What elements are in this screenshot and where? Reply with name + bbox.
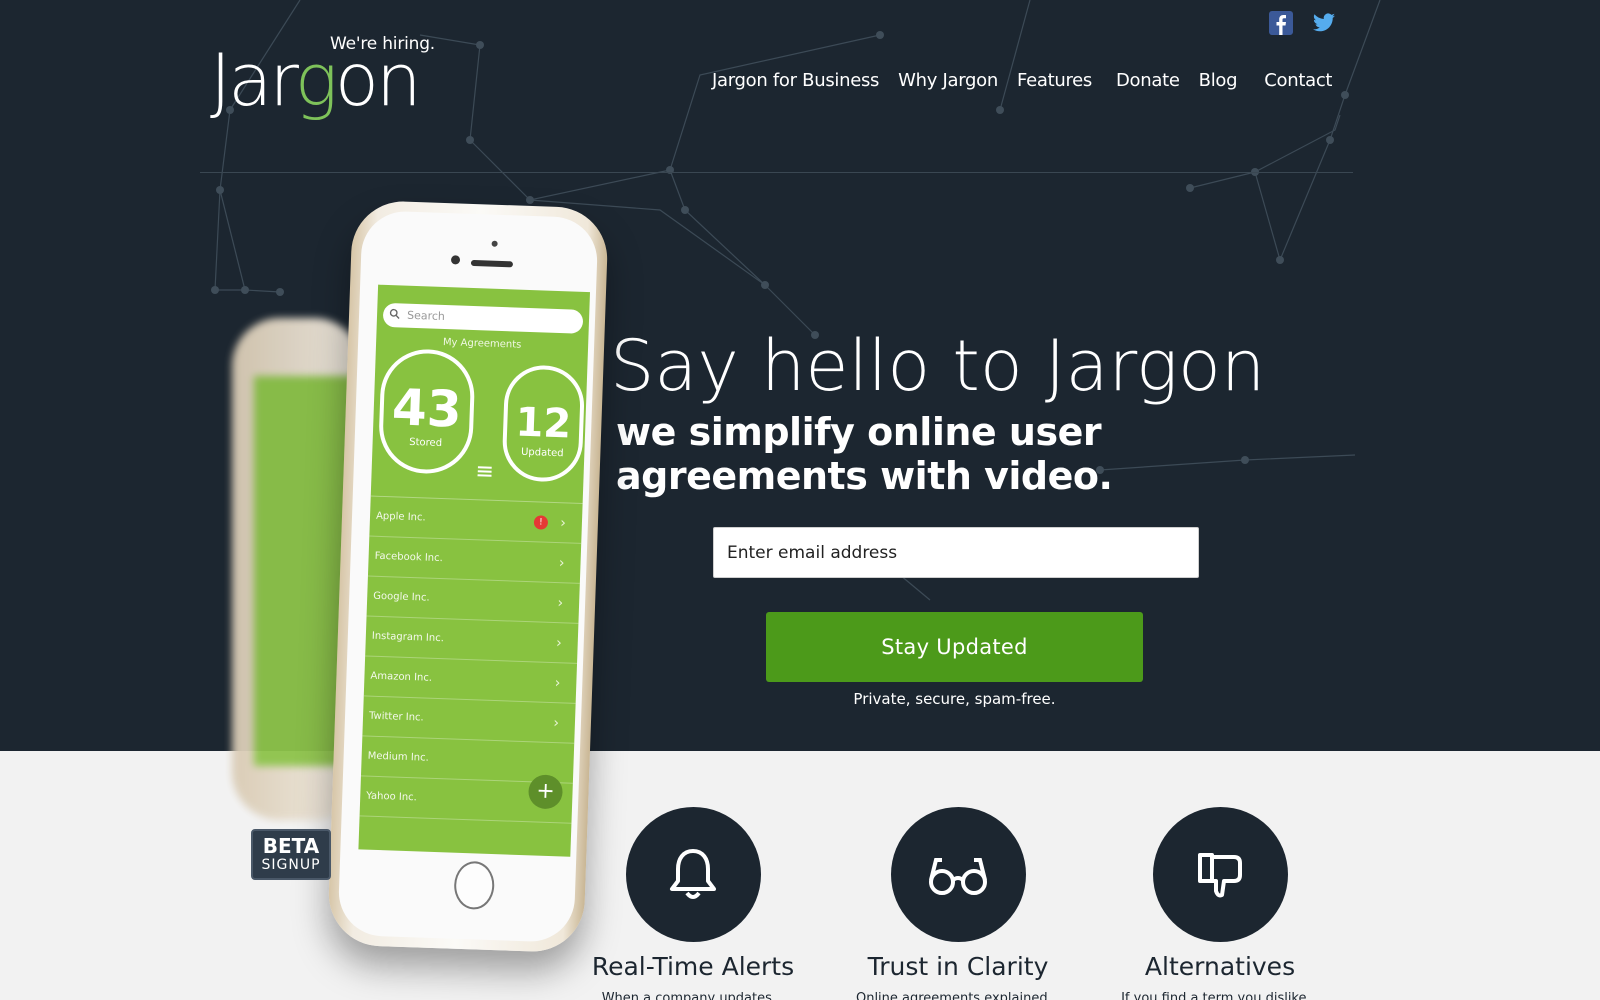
privacy-note: Private, secure, spam-free.	[853, 690, 1056, 708]
signup-label: SIGNUP	[261, 857, 321, 873]
main-nav: Jargon for Business Why Jargon Features …	[712, 70, 1351, 91]
phone-home-button	[453, 860, 496, 911]
company-name: Yahoo Inc.	[366, 790, 418, 804]
feature-title: Real-Time Alerts	[591, 952, 795, 981]
chevron-right-icon: ›	[553, 715, 560, 732]
feature-title: Alternatives	[1144, 952, 1296, 981]
hero-subheadline: we simplify online user agreements with …	[616, 410, 1113, 498]
nav-contact[interactable]: Contact	[1264, 70, 1332, 91]
stored-count: 43	[391, 378, 463, 439]
feature-icon-circle	[1152, 807, 1288, 942]
phone-screen: Search My Agreements 43 Stored 12 Update…	[358, 284, 591, 857]
updated-count: 12	[514, 399, 572, 448]
email-input[interactable]	[713, 527, 1199, 578]
feature-real-time-alerts: Real-Time Alerts When a company updates.…	[578, 807, 808, 1000]
feature-icon-circle	[890, 807, 1026, 942]
feature-trust-in-clarity: Trust in Clarity Online agreements expla…	[843, 807, 1073, 1000]
phone-status-bar	[378, 285, 590, 304]
stay-updated-button[interactable]: Stay Updated	[766, 612, 1143, 682]
agreement-stats: 43 Stored 12 Updated	[371, 346, 588, 503]
hero-headline: Say hello to Jargon	[610, 325, 1266, 407]
glasses-icon	[929, 857, 987, 895]
phone-speaker	[470, 259, 514, 268]
chevron-right-icon: ›	[557, 595, 564, 612]
nav-features[interactable]: Features	[1017, 70, 1092, 91]
feature-icon-circle	[625, 807, 761, 942]
beta-label: BETA	[262, 834, 320, 858]
hamburger-menu-icon[interactable]	[477, 465, 492, 477]
updated-label: Updated	[520, 446, 564, 460]
logo[interactable]: We're hiring. Jargon	[210, 30, 450, 130]
search-icon	[389, 308, 400, 319]
header-divider	[200, 172, 1353, 173]
phone-camera	[450, 255, 461, 265]
chevron-right-icon: ›	[555, 635, 563, 652]
nav-blog[interactable]: Blog	[1199, 70, 1238, 91]
feature-description: When a company updates...	[601, 991, 785, 1000]
nav-jargon-for-business[interactable]: Jargon for Business	[712, 70, 879, 91]
feature-description: If you find a term you dislike...	[1121, 991, 1319, 1000]
company-name: Amazon Inc.	[370, 670, 433, 684]
bell-icon	[670, 848, 716, 899]
app-search-placeholder: Search	[406, 308, 446, 324]
feature-alternatives: Alternatives If you find a term you disl…	[1105, 807, 1335, 1000]
company-name: Twitter Inc.	[368, 710, 424, 724]
company-name: Medium Inc.	[367, 750, 429, 764]
stored-stat[interactable]: 43 Stored	[377, 347, 476, 476]
phone-mockup: Search My Agreements 43 Stored 12 Update…	[327, 199, 609, 954]
company-name: Apple Inc.	[375, 510, 426, 524]
app-search-field[interactable]: Search	[382, 302, 584, 334]
phone-sensor	[491, 240, 498, 247]
chevron-right-icon: ›	[554, 675, 561, 692]
nav-why-jargon[interactable]: Why Jargon	[898, 70, 998, 91]
updated-stat[interactable]: 12 Updated	[501, 364, 586, 483]
beta-signup-button[interactable]: BETA SIGNUP	[251, 829, 331, 880]
facebook-icon[interactable]	[1269, 11, 1293, 35]
nav-donate[interactable]: Donate	[1116, 70, 1180, 91]
company-name: Facebook Inc.	[374, 550, 443, 565]
chevron-right-icon: ›	[560, 515, 567, 532]
twitter-icon[interactable]	[1312, 11, 1336, 35]
alert-badge: !	[533, 515, 549, 530]
chevron-right-icon: ›	[558, 555, 565, 572]
company-name: Google Inc.	[373, 590, 430, 604]
company-name: Instagram Inc.	[371, 630, 445, 645]
thumbs-down-icon	[1198, 852, 1242, 897]
logo-wordmark: Jargon	[210, 38, 422, 122]
feature-title: Trust in Clarity	[867, 952, 1049, 981]
feature-description: Online agreements explained...	[855, 991, 1061, 1000]
